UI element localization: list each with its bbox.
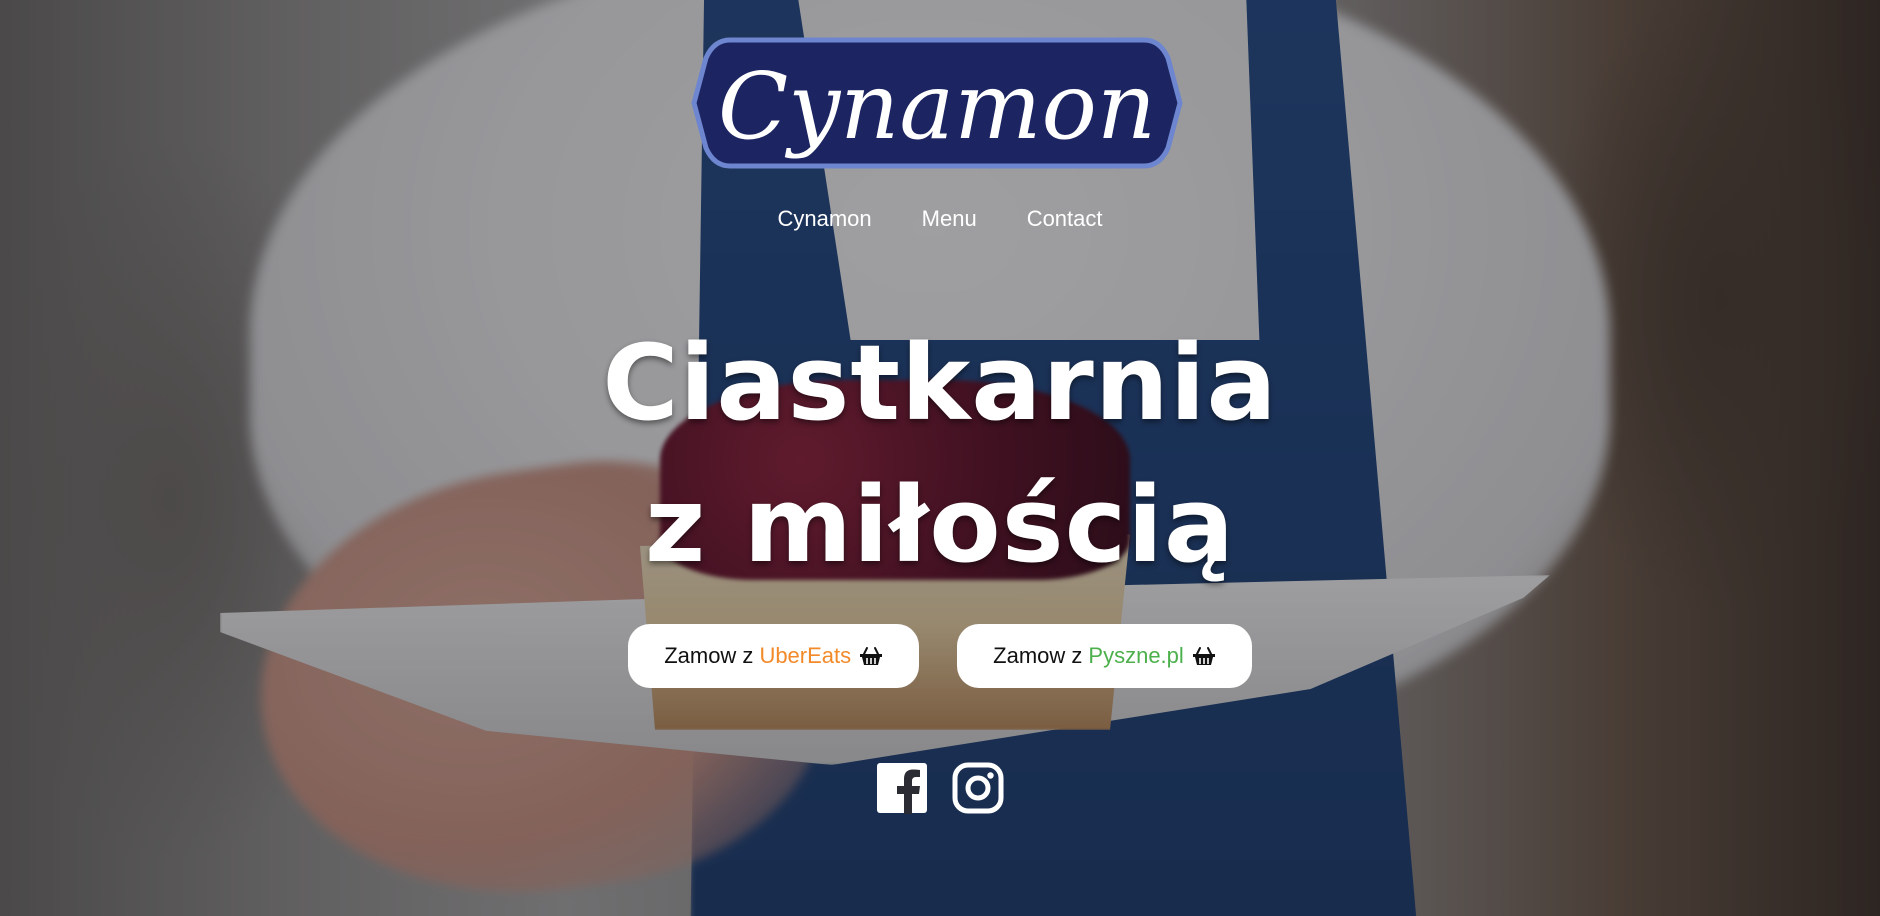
- order-ubereats-button[interactable]: Zamow z UberEats: [628, 624, 920, 688]
- order-prefix: Zamow z: [993, 643, 1083, 668]
- nav-link-contact[interactable]: Contact: [1027, 206, 1103, 232]
- facebook-icon: [876, 762, 928, 814]
- logo-text: Cynamon: [718, 53, 1156, 160]
- headline-line-2: z miłością: [644, 464, 1236, 586]
- order-prefix: Zamow z: [664, 643, 754, 668]
- hero-section: Cynamon Cynamon Menu Contact Ciastkarnia…: [0, 0, 1880, 916]
- instagram-link[interactable]: [952, 762, 1004, 814]
- nav-link-cynamon[interactable]: Cynamon: [777, 206, 871, 232]
- hero-headline: Ciastkarnia z miłością: [0, 312, 1880, 596]
- basket-icon: [859, 646, 883, 666]
- pyszne-brand: Pyszne.pl: [1088, 643, 1184, 668]
- ubereats-brand: UberEats: [759, 643, 852, 668]
- basket-icon: [1192, 646, 1216, 666]
- headline-line-1: Ciastkarnia: [602, 322, 1278, 444]
- order-buttons: Zamow z UberEats Zamow z Pyszne.pl: [0, 624, 1880, 688]
- main-nav: Cynamon Menu Contact: [0, 206, 1880, 232]
- instagram-icon: [952, 762, 1004, 814]
- order-pyszne-button[interactable]: Zamow z Pyszne.pl: [957, 624, 1252, 688]
- facebook-link[interactable]: [876, 762, 928, 814]
- nav-link-menu[interactable]: Menu: [922, 206, 977, 232]
- social-links: [0, 762, 1880, 814]
- site-logo[interactable]: Cynamon: [690, 36, 1184, 170]
